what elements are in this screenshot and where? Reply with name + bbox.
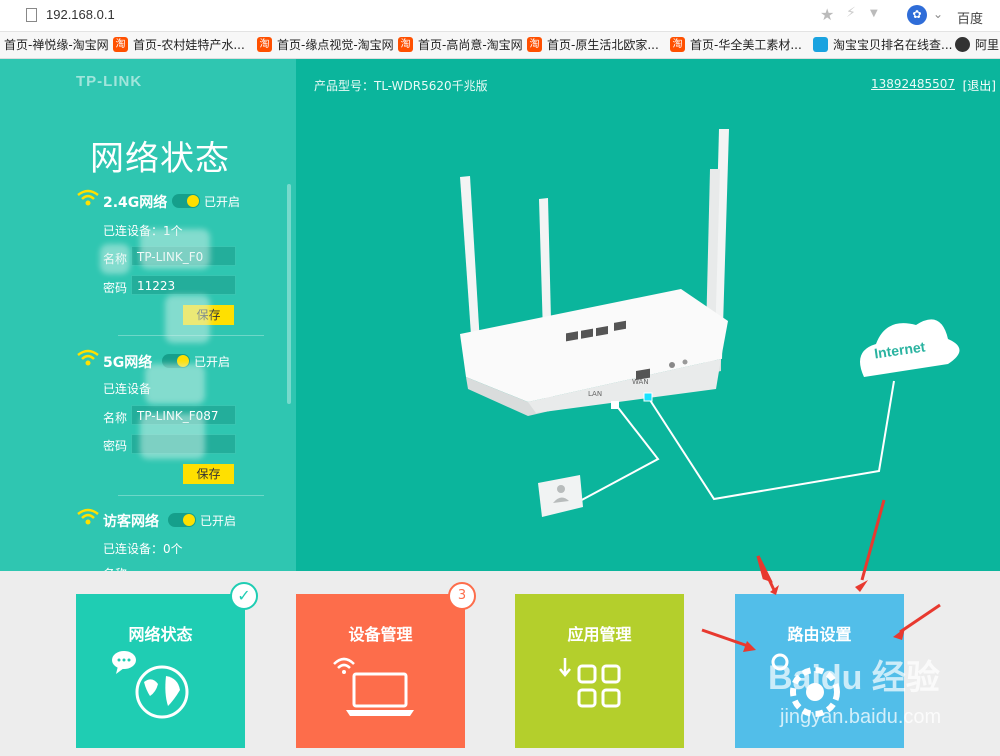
bookmark-item[interactable]: 淘首页-农村娃特产水...: [113, 36, 245, 53]
taobao-icon: 淘: [113, 37, 128, 52]
guest-toggle[interactable]: [168, 513, 196, 527]
active-tile-pointer: [150, 560, 170, 570]
search-engine-label[interactable]: 百度: [957, 8, 983, 27]
address-bar: 192.168.0.1 ★ ⚡ ▼ ✿ ⌄ 百度: [0, 0, 1000, 32]
password-label: 密码: [103, 439, 128, 453]
section-name: 2.4G网络: [103, 195, 168, 211]
bookmark-item[interactable]: 淘宝宝贝排名在线查...: [813, 36, 952, 53]
laptop-icon: [333, 657, 414, 716]
baidu-paw-icon[interactable]: ✿: [907, 5, 927, 25]
taobao-icon: 淘: [670, 37, 685, 52]
tile-network-status[interactable]: 网络状态: [76, 594, 245, 748]
network-diagram: LAN WAN: [460, 129, 960, 517]
page-title: 网络状态: [90, 139, 230, 179]
star-icon[interactable]: ★: [820, 5, 834, 24]
toggle-knob: [187, 195, 199, 207]
url-field[interactable]: 192.168.0.1: [46, 7, 115, 22]
wan-cable-plug: [643, 392, 653, 402]
tplink-logo: TP-LINK: [76, 73, 143, 90]
taobao-icon: 淘: [527, 37, 542, 52]
router-icon: [460, 129, 729, 416]
user-device-icon: [538, 475, 583, 517]
status-text: 已开启: [200, 514, 237, 528]
chevron-down-icon[interactable]: ▼: [870, 8, 878, 19]
section-name: 访客网络: [103, 514, 159, 530]
red-arrow-annotation: [899, 603, 941, 634]
bookmark-item[interactable]: 淘首页-高尚意-淘宝网: [398, 36, 523, 53]
lan-cable: [577, 404, 660, 503]
bookmark-icon: [813, 37, 828, 52]
toggle-knob: [183, 514, 195, 526]
privacy-blur: [100, 244, 130, 274]
divider: [118, 495, 264, 496]
taobao-icon: 淘: [257, 37, 272, 52]
notification-badge: 3: [448, 582, 476, 610]
bookmark-item[interactable]: 淘首页-原生活北欧家...: [527, 36, 659, 53]
watermark-url: jingyan.baidu.com: [780, 706, 942, 728]
tile-app-management[interactable]: 应用管理: [515, 594, 684, 748]
section-guest: 访客网络 已开启 已连设备：0个 名称: [76, 508, 276, 571]
wifi-icon: [77, 189, 99, 206]
bookmark-icon: [955, 37, 970, 52]
wan-cable: [647, 380, 895, 501]
privacy-blur: [140, 414, 205, 459]
privacy-blur: [165, 295, 210, 343]
wifi-24g-toggle[interactable]: [172, 194, 200, 208]
network-status-sidebar: TP-LINK 网络状态 2.4G网络 已开启 已连设备：1个 名称 TP-LI…: [0, 59, 296, 571]
bookmark-item[interactable]: 淘首页-华全美工素材...: [670, 36, 802, 53]
password-label: 密码: [103, 281, 128, 295]
scrollbar[interactable]: [287, 184, 291, 404]
connected-devices: 已连设备：0个: [103, 542, 183, 556]
main-panel: 产品型号：TL-WDR5620千兆版 13892485507 [退出] LAN …: [296, 59, 1000, 571]
wifi-icon: [77, 349, 99, 366]
ssid-label: 名称: [103, 411, 128, 425]
page-icon: [26, 8, 37, 22]
taobao-icon: 淘: [398, 37, 413, 52]
active-check-icon: ✓: [230, 582, 258, 610]
save-button[interactable]: 保存: [183, 464, 234, 484]
status-text: 已开启: [204, 195, 241, 209]
bookmark-bar: 首页-禅悦缘-淘宝网 淘首页-农村娃特产水... 淘首页-缘点视觉-淘宝网 淘首…: [0, 32, 1000, 59]
bookmark-item[interactable]: 淘首页-缘点视觉-淘宝网: [257, 36, 394, 53]
bookmark-item[interactable]: 阿里: [955, 36, 999, 53]
tile-device-management[interactable]: 设备管理: [296, 594, 465, 748]
globe-icon: [112, 651, 189, 719]
wan-port-label: WAN: [632, 378, 649, 386]
lan-port-label: LAN: [588, 390, 602, 398]
bookmark-item[interactable]: 首页-禅悦缘-淘宝网: [4, 36, 109, 53]
red-arrow-annotation: [855, 580, 868, 592]
privacy-blur: [145, 364, 205, 404]
connected-devices: 已连设备: [103, 382, 152, 396]
privacy-blur: [140, 229, 210, 269]
lan-cable-plug: [611, 401, 619, 409]
watermark-brand: Baidu 经验: [768, 659, 940, 697]
apps-grid-icon: [559, 658, 621, 708]
lightning-icon[interactable]: ⚡: [846, 5, 856, 21]
password-input[interactable]: 11223: [131, 275, 236, 295]
ssid-label: 名称: [103, 565, 127, 571]
wifi-icon: [77, 508, 99, 525]
engine-dropdown-icon[interactable]: ⌄: [933, 7, 943, 21]
